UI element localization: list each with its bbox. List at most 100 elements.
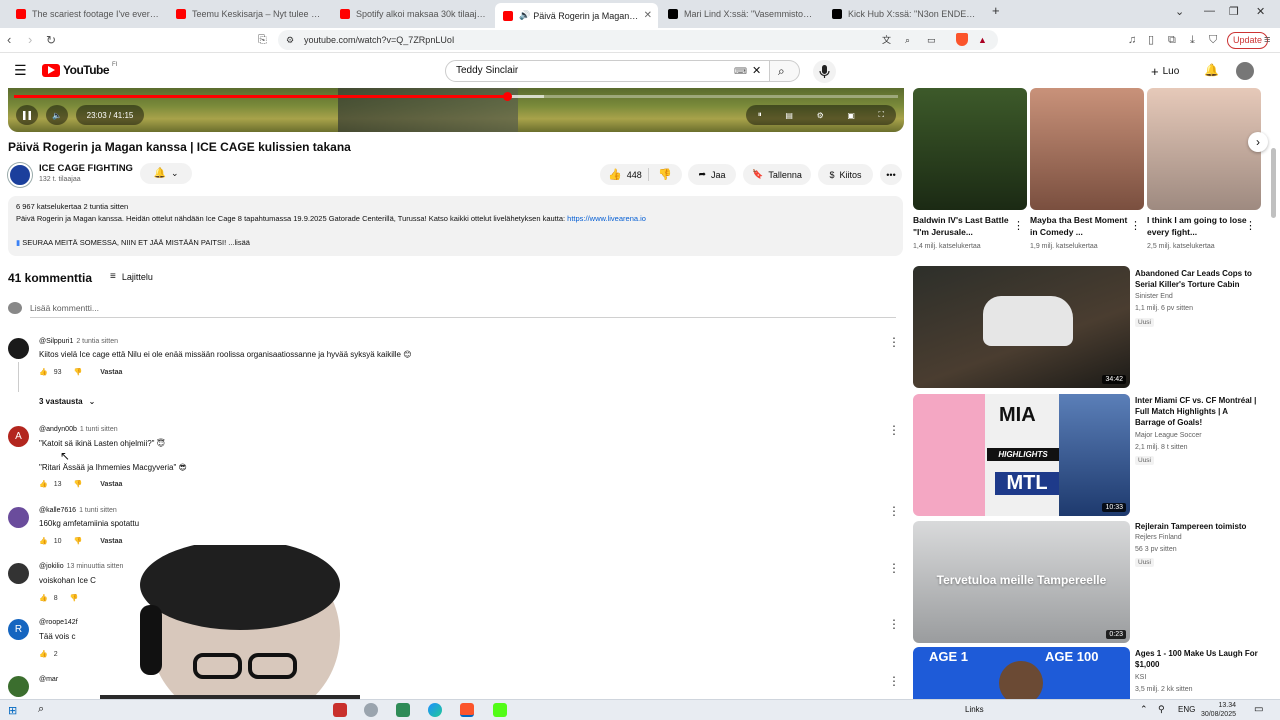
save-button[interactable]: 🔖 Tallenna: [743, 164, 811, 185]
comment-avatar[interactable]: [8, 563, 29, 584]
maximize-icon[interactable]: ❐: [1229, 5, 1239, 18]
scrollbar-thumb[interactable]: [1271, 148, 1276, 218]
comment-more-icon[interactable]: ⋮: [888, 505, 900, 517]
close-window-icon[interactable]: ✕: [1256, 5, 1265, 18]
comment-author[interactable]: @andyn00b 1 tunti sitten: [39, 426, 118, 433]
new-tab-icon[interactable]: +: [992, 3, 1000, 18]
share-button[interactable]: ➦ Jaa: [688, 164, 736, 185]
minimize-icon[interactable]: —: [1204, 5, 1215, 17]
short-more-icon[interactable]: ⋮: [1130, 219, 1141, 232]
subtitles-icon[interactable]: ▤: [785, 111, 793, 120]
thumbs-down-icon[interactable]: 👎: [658, 168, 672, 181]
thumbs-down-icon[interactable]: 👎: [74, 537, 83, 545]
site-info-icon[interactable]: ⚙: [286, 30, 294, 50]
notifications-bell-icon[interactable]: 🔔: [1204, 63, 1219, 77]
comment-more-icon[interactable]: ⋮: [888, 336, 900, 348]
settings-gear-icon[interactable]: ⚙: [817, 111, 824, 120]
video-thumbnail[interactable]: MIA HIGHLIGHTS MTL 10:33: [913, 394, 1130, 516]
youtube-logo[interactable]: YouTube FI: [42, 62, 117, 77]
browser-tab[interactable]: Spotify alkoi maksaa 30k tilaajaa & 3: [332, 3, 492, 25]
translate-icon[interactable]: 文: [882, 30, 891, 50]
network-icon[interactable]: ⚲: [1158, 704, 1165, 715]
fullscreen-icon[interactable]: ⛶: [879, 110, 885, 120]
clear-search-icon[interactable]: ✕: [752, 61, 761, 81]
comment-avatar[interactable]: A: [8, 426, 29, 447]
autoplay-toggle-icon[interactable]: ⏸: [758, 110, 762, 120]
thumbs-up-icon[interactable]: 👍: [39, 537, 48, 545]
short-title[interactable]: Baldwin IV's Last Battle "I'm Jerusale..…: [913, 214, 1013, 238]
channel-avatar[interactable]: [8, 163, 32, 187]
downloads-icon[interactable]: ⤓: [1190, 33, 1195, 47]
chevron-up-icon[interactable]: ⌃: [1140, 704, 1148, 715]
progress-bar[interactable]: [14, 92, 898, 101]
volume-button[interactable]: 🔈: [46, 105, 68, 125]
search-input[interactable]: Teddy Sinclair ⌨ ✕: [445, 60, 770, 82]
vpn-icon[interactable]: ⛉: [1209, 33, 1217, 47]
tab-search-chevron-icon[interactable]: ⌄: [1175, 5, 1184, 18]
sidebar-icon[interactable]: ▯: [1148, 33, 1154, 47]
short-thumbnail[interactable]: [1030, 88, 1144, 210]
description-link[interactable]: https://www.livearena.io: [567, 214, 646, 223]
thumbs-up-icon[interactable]: 👍: [39, 368, 48, 376]
menu-icon[interactable]: ≡: [1264, 33, 1270, 47]
language-indicator[interactable]: ENG: [1178, 705, 1195, 714]
thumbs-up-icon[interactable]: 👍: [39, 480, 48, 488]
video-thumbnail[interactable]: Tervetuloa meille Tampereelle 0:23: [913, 521, 1130, 643]
back-icon[interactable]: ‹: [7, 33, 11, 47]
windows-start-icon[interactable]: ⊞: [8, 704, 17, 717]
replies-toggle[interactable]: 3 vastausta ⌄: [39, 397, 95, 406]
cast-icon[interactable]: ▭: [927, 30, 936, 50]
video-channel[interactable]: Major League Soccer: [1135, 432, 1202, 439]
thumbs-up-icon[interactable]: 👍: [39, 650, 48, 658]
browser-tab-active[interactable]: 🔊 Päivä Rogerin ja Magan kans ✕: [495, 3, 658, 28]
thumbs-up-icon[interactable]: 👍: [39, 594, 48, 602]
notification-center-icon[interactable]: ▭: [1254, 704, 1263, 715]
comment-avatar[interactable]: [8, 338, 29, 359]
kick-icon[interactable]: [493, 703, 507, 717]
short-title[interactable]: I think I am going to lose every fight..…: [1147, 214, 1247, 238]
video-channel[interactable]: Sinister End: [1135, 293, 1173, 300]
subscribed-button[interactable]: 🔔 ⌄: [140, 163, 192, 184]
avatar[interactable]: [1236, 62, 1254, 80]
add-comment-input[interactable]: Lisää kommentti...: [30, 303, 99, 313]
forward-icon[interactable]: ›: [28, 33, 32, 47]
description-follow[interactable]: SEURAA MEITÄ SOMESSA, NIIN ET JÄÄ MISTÄÄ…: [22, 238, 250, 247]
audio-playing-icon[interactable]: 🔊: [519, 10, 530, 21]
links-toolbar[interactable]: Links: [965, 705, 984, 714]
thumbs-down-icon[interactable]: 👎: [70, 594, 79, 602]
video-title-link[interactable]: Rejlerain Tampereen toimisto: [1135, 521, 1260, 532]
app-icon[interactable]: [333, 703, 347, 717]
comment-more-icon[interactable]: ⋮: [888, 562, 900, 574]
hamburger-menu-icon[interactable]: ☰: [14, 63, 27, 77]
short-more-icon[interactable]: ⋮: [1013, 219, 1024, 232]
video-thumbnail[interactable]: AGE 1 AGE 100: [913, 647, 1130, 699]
comment-author[interactable]: @kalle7616 1 tunti sitten: [39, 507, 117, 514]
short-thumbnail[interactable]: [1147, 88, 1261, 210]
search-button[interactable]: ⌕: [770, 60, 800, 82]
channel-name[interactable]: ICE CAGE FIGHTING: [39, 163, 133, 174]
video-title-link[interactable]: Inter Miami CF vs. CF Montréal | Full Ma…: [1135, 395, 1260, 428]
scrollbar[interactable]: [1271, 88, 1277, 698]
app-icon[interactable]: [364, 703, 378, 717]
short-thumbnail[interactable]: [913, 88, 1027, 210]
taskbar-search-icon[interactable]: ⌕: [38, 703, 44, 716]
brave-shield-icon[interactable]: [956, 33, 968, 46]
short-title[interactable]: Mayba tha Best Moment in Comedy ...: [1030, 214, 1130, 238]
edge-icon[interactable]: [428, 703, 442, 717]
bookmark-icon[interactable]: ⎘: [258, 33, 267, 47]
app-icon[interactable]: [396, 703, 410, 717]
thanks-button[interactable]: $ Kiitos: [818, 164, 873, 185]
comment-avatar[interactable]: R: [8, 619, 29, 640]
voice-search-button[interactable]: [813, 60, 836, 83]
create-button[interactable]: + Luo: [1147, 61, 1183, 81]
brave-icon[interactable]: [460, 703, 474, 717]
short-more-icon[interactable]: ⋮: [1245, 219, 1256, 232]
video-title-link[interactable]: Ages 1 - 100 Make Us Laugh For $1,000: [1135, 648, 1260, 670]
like-button[interactable]: 👍 448 👎: [600, 164, 682, 185]
comment-author[interactable]: @roope142f: [39, 619, 78, 626]
comment-more-icon[interactable]: ⋮: [888, 675, 900, 687]
media-icon[interactable]: ♫: [1128, 33, 1136, 47]
video-channel[interactable]: KSI: [1135, 674, 1146, 681]
pause-button[interactable]: [16, 105, 38, 125]
sort-button[interactable]: ≡ Lajittelu: [110, 271, 153, 282]
